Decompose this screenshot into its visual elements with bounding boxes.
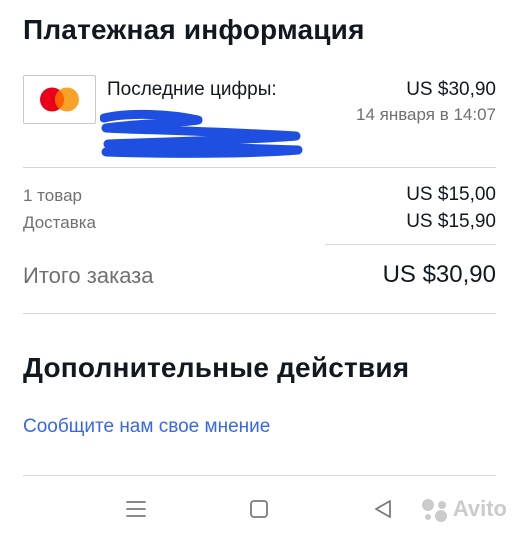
last-digits-label: Последние цифры: (107, 79, 277, 100)
payment-date: 14 января в 14:07 (355, 105, 496, 124)
divider (325, 244, 496, 245)
avito-logo-icon (419, 497, 453, 523)
back-icon[interactable] (370, 496, 396, 522)
items-price: US $15,00 (406, 184, 496, 205)
menu-icon[interactable] (123, 496, 149, 522)
payment-amount: US $30,90 (406, 79, 496, 100)
mastercard-icon (23, 75, 96, 124)
order-total-label: Итого заказа (23, 263, 154, 288)
page-title: Платежная информация (23, 14, 365, 45)
avito-watermark-text: Avito (452, 496, 507, 521)
items-count-label: 1 товар (23, 186, 82, 205)
home-icon[interactable] (246, 496, 272, 522)
section-title-actions: Дополнительные действия (23, 352, 410, 383)
divider (23, 167, 496, 168)
redaction-scribble (99, 108, 305, 169)
order-total-value: US $30,90 (382, 261, 496, 288)
shipping-label: Доставка (23, 213, 97, 232)
shipping-price: US $15,90 (406, 211, 496, 232)
feedback-link[interactable]: Сообщите нам свое мнение (23, 416, 270, 438)
divider (23, 475, 496, 476)
avito-watermark: Avito (419, 496, 507, 523)
divider (23, 313, 496, 314)
